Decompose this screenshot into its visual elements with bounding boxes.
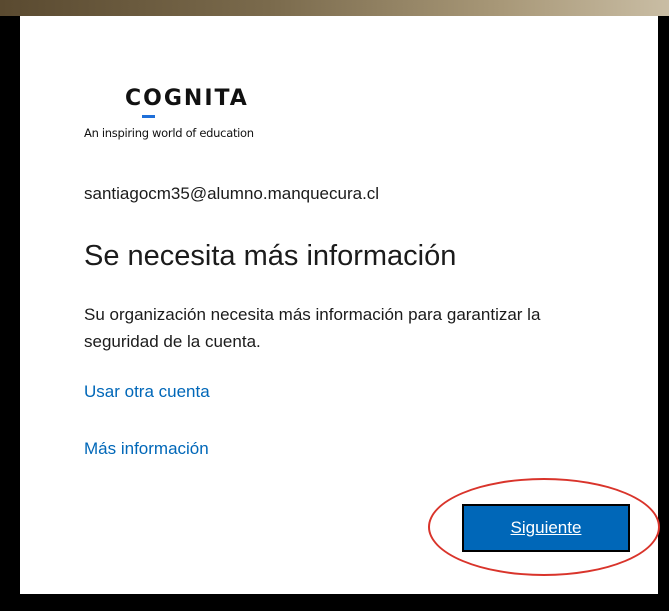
use-other-account-link[interactable]: Usar otra cuenta: [84, 382, 210, 402]
more-info-link[interactable]: Más información: [84, 439, 209, 459]
account-email: santiagocm35@alumno.manquecura.cl: [84, 184, 380, 203]
background-strip: [0, 0, 669, 16]
description-text: Su organización necesita más información…: [84, 305, 541, 351]
logo-accent-bar: [142, 115, 155, 118]
screenshot-frame: COGNITA An inspiring world of education …: [0, 0, 669, 611]
sign-in-card: COGNITA An inspiring world of education …: [20, 16, 660, 594]
next-button[interactable]: Siguiente: [462, 504, 630, 552]
logo-wordmark: COGNITA: [125, 86, 249, 111]
logo-tagline: An inspiring world of education: [84, 126, 254, 140]
page-title: Se necesita más información: [84, 240, 457, 272]
